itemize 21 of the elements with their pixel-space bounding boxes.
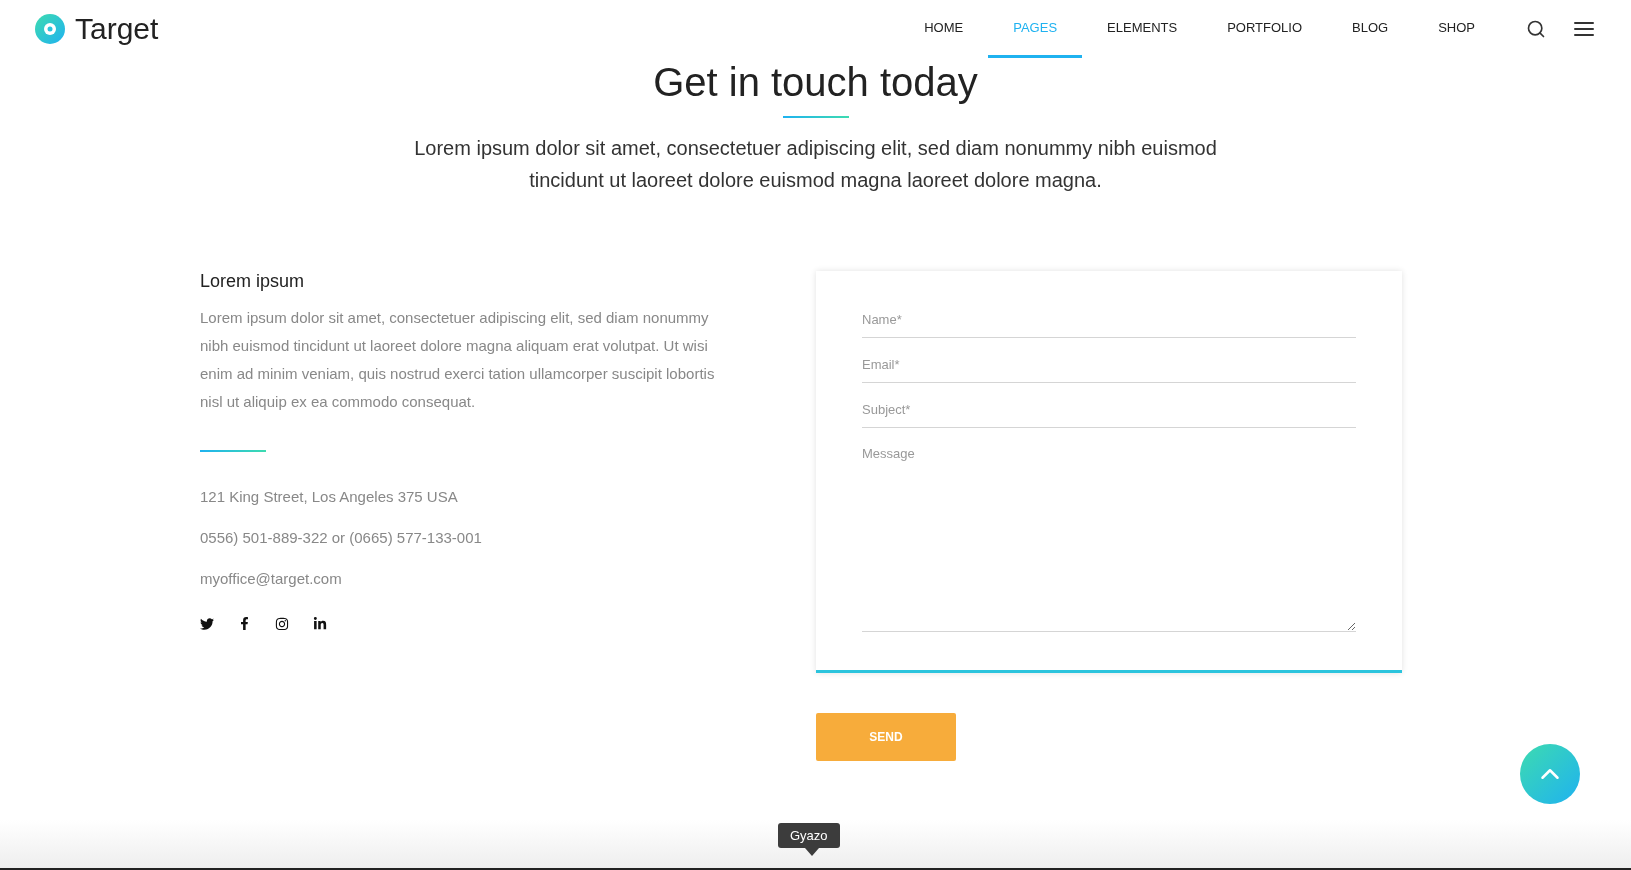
nav-link[interactable]: BLOG xyxy=(1327,0,1414,58)
nav-link[interactable]: HOME xyxy=(899,0,989,58)
logo-icon xyxy=(35,14,65,44)
address-text: 121 King Street, Los Angeles 375 USA xyxy=(200,488,459,505)
tooltip: Gyazo xyxy=(778,823,840,848)
phone-text: 0556) 501-889-322 or (0665) 577-133-001 xyxy=(200,529,483,546)
nav-link[interactable]: PORTFOLIO xyxy=(1202,0,1328,58)
info-heading: Lorem ipsum xyxy=(200,271,306,292)
search-icon[interactable] xyxy=(1526,19,1546,39)
twitter-icon[interactable] xyxy=(200,617,214,631)
logo-text[interactable]: Target xyxy=(75,12,159,46)
email-text: myoffice@target.com xyxy=(200,570,343,587)
instagram-icon[interactable] xyxy=(275,617,289,631)
nav-link[interactable]: SHOP xyxy=(1413,0,1500,58)
page-title: Get in touch today xyxy=(653,62,978,102)
facebook-icon[interactable] xyxy=(238,617,251,631)
info-text: Lorem ipsum dolor sit amet, consectetuer adipiscing elit, sed diam nonummy nibh euismod tincidunt ut laoreet dolore magna aliquam erat volutpat. Ut wisi enim ad minim veniam, quis nostrud exerci tation ullamcorper suscipit lobortis nisl ut aliquip ex ea commodo consequat. xyxy=(200,308,716,412)
tooltip-arrow-icon xyxy=(805,848,819,856)
linkedin-icon[interactable] xyxy=(313,617,327,631)
nav-link[interactable]: ELEMENTS xyxy=(1082,0,1203,58)
intro-text: Lorem ipsum dolor sit amet, consectetuer adipiscing elit, sed diam nonummy nibh euismod tincidunt ut laoreet dolore euismod magna laoreet dolore magna. xyxy=(413,136,1218,193)
